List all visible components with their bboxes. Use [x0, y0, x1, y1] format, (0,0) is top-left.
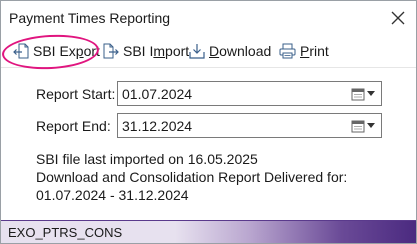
report-end-field[interactable]: 31.12.2024: [117, 113, 382, 138]
download-button[interactable]: Download: [188, 40, 271, 62]
title-bar: Payment Times Reporting: [1, 1, 416, 35]
import-icon: [103, 43, 119, 59]
close-icon: [391, 11, 405, 25]
printer-icon: [279, 43, 296, 59]
toolbar: SBI Export SBI Import Download Print: [1, 35, 416, 68]
sbi-export-button[interactable]: SBI Export: [12, 40, 100, 62]
download-icon: [189, 44, 205, 59]
sbi-import-button[interactable]: SBI Import: [102, 40, 189, 62]
report-start-picker-button[interactable]: [351, 85, 377, 102]
report-end-value: 31.12.2024: [122, 118, 193, 134]
delivery-period: 01.07.2024 - 31.12.2024: [36, 187, 189, 203]
report-start-label: Report Start:: [36, 86, 116, 102]
calendar-icon: [351, 120, 365, 132]
report-end-label: Report End:: [36, 118, 111, 134]
download-label: Download: [209, 43, 272, 59]
payment-times-reporting-window: Payment Times Reporting SBI Export SBI I: [0, 0, 417, 244]
report-start-field[interactable]: 01.07.2024: [117, 81, 382, 106]
chevron-down-icon: [367, 122, 375, 128]
window-title: Payment Times Reporting: [9, 10, 171, 26]
report-end-picker-button[interactable]: [351, 117, 377, 134]
print-button[interactable]: Print: [278, 40, 329, 62]
sbi-export-label: SBI Export: [33, 43, 100, 59]
delivery-info: Download and Consolidation Report Delive…: [36, 169, 348, 185]
sbi-import-label: SBI Import: [123, 43, 190, 59]
export-icon: [13, 43, 29, 59]
close-button[interactable]: [384, 4, 412, 32]
last-import-info: SBI file last imported on 16.05.2025: [36, 151, 258, 167]
report-start-value: 01.07.2024: [122, 86, 193, 102]
status-bar: EXO_PTRS_CONS: [1, 220, 416, 243]
print-label: Print: [300, 43, 329, 59]
calendar-icon: [351, 88, 365, 100]
status-text: EXO_PTRS_CONS: [8, 225, 123, 240]
chevron-down-icon: [367, 90, 375, 96]
